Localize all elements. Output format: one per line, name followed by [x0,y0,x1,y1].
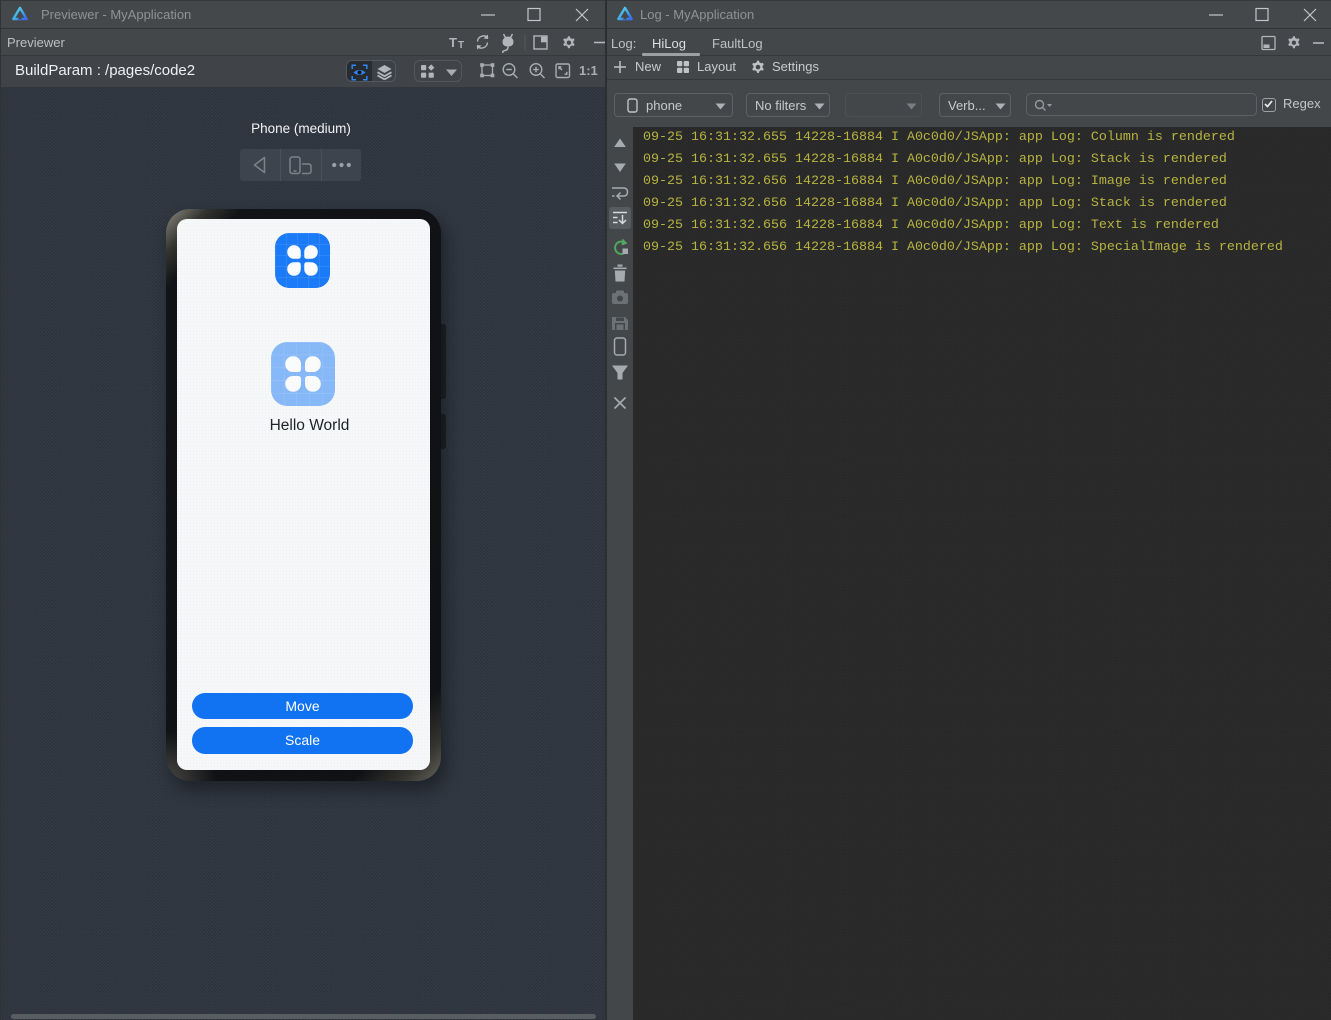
svg-text:T: T [458,40,464,51]
svg-text:T: T [449,35,457,50]
svg-text:1:1: 1:1 [579,63,598,78]
